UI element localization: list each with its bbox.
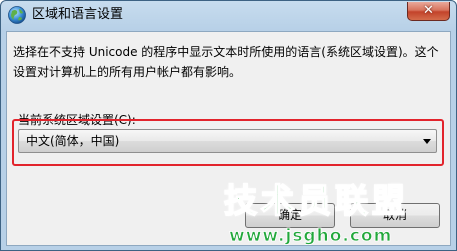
- cancel-button[interactable]: 取消: [350, 203, 440, 228]
- window-title: 区域和语言设置: [32, 7, 124, 22]
- dialog-body: 选择在不支持 Unicode 的程序中显示文本时所使用的语言(系统区域设置)。这…: [6, 31, 451, 246]
- close-icon: ✕: [423, 3, 434, 18]
- close-button[interactable]: ✕: [407, 2, 450, 21]
- chevron-down-icon[interactable]: [423, 139, 431, 144]
- locale-dropdown-value: 中文(简体，中国): [26, 134, 120, 148]
- region-language-dialog: 区域和语言设置 ✕ 选择在不支持 Unicode 的程序中显示文本时所使用的语言…: [0, 0, 457, 251]
- ok-button[interactable]: 确定: [245, 203, 335, 228]
- locale-dropdown[interactable]: 中文(简体，中国): [18, 129, 437, 153]
- title-bar[interactable]: 区域和语言设置 ✕: [1, 1, 456, 29]
- description-text: 选择在不支持 Unicode 的程序中显示文本时所使用的语言(系统区域设置)。这…: [13, 45, 439, 79]
- globe-icon: [7, 5, 27, 25]
